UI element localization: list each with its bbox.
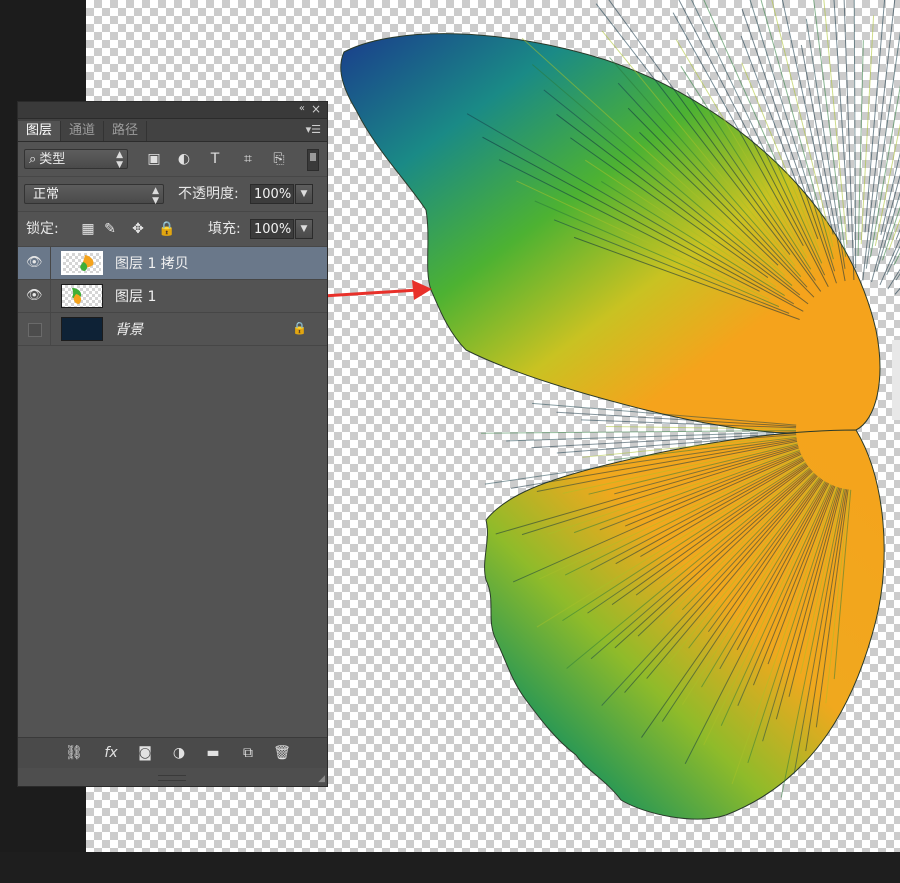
filter-row: ⌕ 类型 ▲ ▼ ▣ ◐ T ⌗ ⎘ [18, 142, 327, 177]
select-arrows-icon: ▲ ▼ [116, 150, 123, 170]
panel-resize-grip[interactable]: ◢ [18, 768, 327, 786]
adjustment-filter-icon[interactable]: ◐ [176, 151, 192, 167]
wing-streak [876, 191, 900, 272]
wing-streak [833, 0, 850, 233]
select-arrows-icon: ▲ ▼ [152, 186, 159, 206]
wing-streak [869, 84, 900, 258]
shape-filter-icon[interactable]: ⌗ [240, 151, 256, 167]
lock-all-icon[interactable]: 🔒 [158, 221, 175, 237]
panel-tabs: 图层 通道 路径 ▾☰ [18, 119, 327, 142]
search-icon: ⌕ [29, 152, 37, 167]
adjustment-layer-icon[interactable]: ◑ [170, 744, 188, 762]
workspace-bottom-bar [0, 852, 900, 883]
lock-row: 锁定: ▦ ✎ ✥ 🔒 填充: 100% ▼ [18, 212, 327, 247]
filter-kind-label: 类型 [39, 152, 66, 167]
image-filter-icon[interactable]: ▣ [146, 151, 162, 167]
layer-name: 背景 [115, 322, 143, 338]
layer-thumbnail [61, 317, 103, 341]
layer-thumbnail [61, 251, 103, 275]
lock-image-pixels-icon[interactable]: ✎ [102, 221, 118, 237]
tab-paths[interactable]: 路径 [104, 121, 148, 141]
eye-icon[interactable]: 👁 [26, 289, 43, 303]
fill-label: 填充: [208, 221, 241, 237]
opacity-input[interactable]: 100% [250, 184, 294, 204]
tab-layers[interactable]: 图层 [18, 121, 62, 141]
visibility-toggle-off[interactable] [28, 323, 42, 337]
tab-channels[interactable]: 通道 [61, 121, 105, 141]
layers-list: 👁 图层 1 拷贝 👁 图层 1 背景 🔒 [18, 247, 327, 346]
filter-kind-select[interactable]: ⌕ 类型 ▲ ▼ [24, 149, 128, 170]
blend-row: 正常 ▲ ▼ 不透明度: 100% ▼ [18, 177, 327, 212]
smart-object-filter-icon[interactable]: ⎘ [271, 151, 287, 167]
type-filter-icon[interactable]: T [207, 151, 223, 167]
panel-footer-toolbar: ⛓ fx ◙ ◑ ▬ ⧉ 🗑 [18, 737, 327, 768]
blend-mode-value: 正常 [33, 187, 60, 202]
layer-row-1[interactable]: 👁 图层 1 [18, 280, 327, 313]
panel-titlebar: « × [18, 102, 327, 119]
new-layer-icon[interactable]: ⧉ [239, 744, 257, 762]
filter-toggle[interactable] [307, 149, 319, 171]
lock-position-icon[interactable]: ✥ [130, 221, 146, 237]
layer-name: 图层 1 [115, 289, 157, 305]
lock-transparent-pixels-icon[interactable]: ▦ [80, 221, 96, 237]
eye-icon[interactable]: 👁 [26, 256, 43, 270]
panel-menu-icon[interactable]: ▾☰ [306, 123, 321, 136]
close-icon[interactable]: × [311, 102, 321, 116]
link-layers-icon[interactable]: ⛓ [65, 744, 83, 762]
trash-icon[interactable]: 🗑 [273, 744, 291, 762]
add-mask-icon[interactable]: ◙ [136, 744, 154, 762]
layer-row-copy[interactable]: 👁 图层 1 拷贝 [18, 247, 327, 280]
wing-streak [865, 31, 900, 269]
resize-corner-icon[interactable]: ◢ [318, 774, 325, 784]
opacity-label: 不透明度: [178, 186, 239, 202]
fill-input[interactable]: 100% [250, 219, 294, 239]
layer-thumbnail [61, 284, 103, 308]
opacity-dropdown-icon[interactable]: ▼ [295, 184, 313, 204]
layer-row-background[interactable]: 背景 🔒 [18, 313, 327, 346]
new-group-folder-icon[interactable]: ▬ [204, 744, 222, 762]
fx-icon[interactable]: fx [102, 744, 120, 762]
wing-streak [853, 0, 857, 269]
fill-dropdown-icon[interactable]: ▼ [295, 219, 313, 239]
wing-streak [481, 430, 797, 434]
wing-streak [823, 0, 848, 245]
collapse-icon[interactable]: « [299, 103, 305, 114]
lock-label: 锁定: [26, 221, 59, 237]
lock-icon: 🔒 [292, 321, 307, 335]
layers-panel: « × 图层 通道 路径 ▾☰ ⌕ 类型 ▲ ▼ ▣ ◐ T ⌗ ⎘ 正常 ▲ ▼ 不… [17, 101, 328, 787]
blend-mode-select[interactable]: 正常 ▲ ▼ [24, 184, 164, 206]
layer-name: 图层 1 拷贝 [115, 256, 189, 272]
